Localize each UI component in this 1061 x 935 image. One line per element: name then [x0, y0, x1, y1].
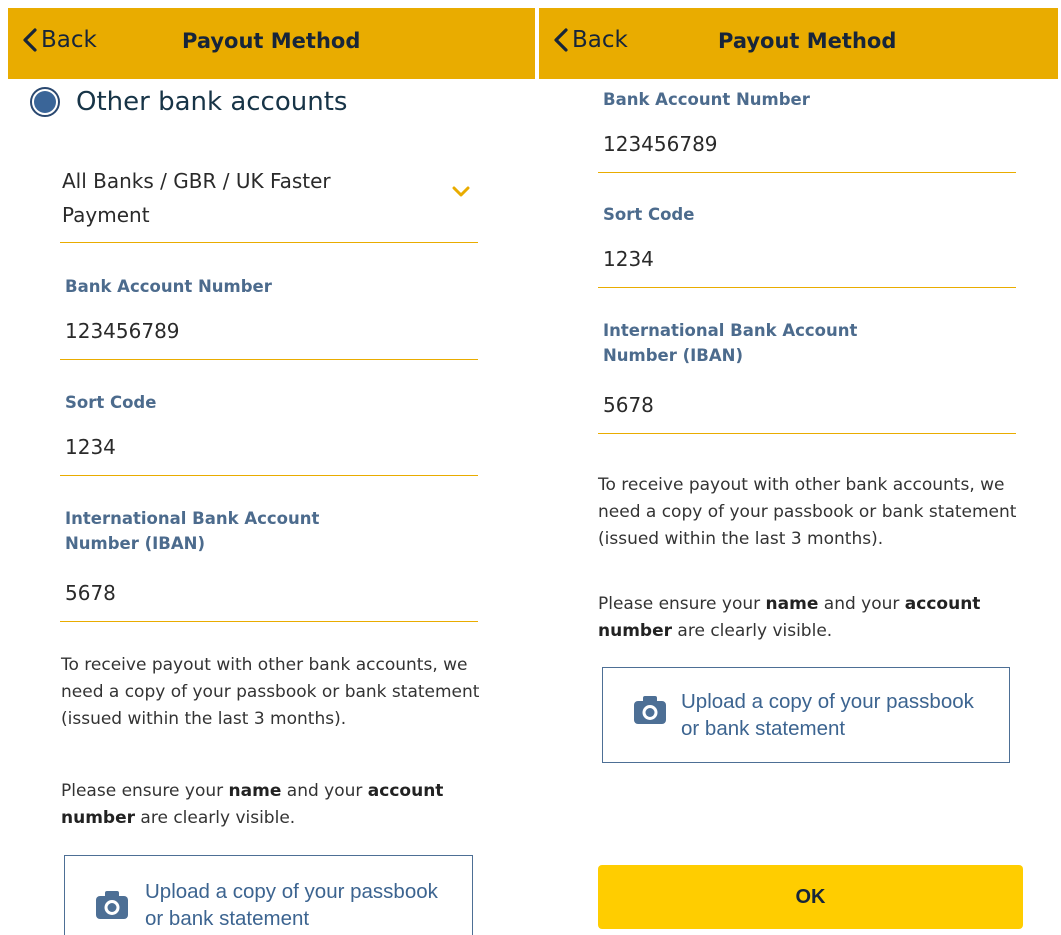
ensure-text-part: are clearly visible. — [135, 808, 296, 828]
ensure-bold-name: name — [765, 594, 819, 614]
field-value[interactable]: 1234 — [603, 247, 654, 271]
right-screen: Back Payout Method Bank Account Number 1… — [539, 0, 1061, 935]
camera-icon — [96, 891, 128, 919]
upload-statement-button[interactable]: Upload a copy of your passbook or bank s… — [64, 855, 473, 935]
header-bar: Back Payout Method — [8, 8, 535, 79]
ensure-text-part: Please ensure your — [61, 781, 229, 801]
field-label: International Bank Account Number (IBAN) — [65, 509, 320, 553]
ensure-text-part: Please ensure your — [598, 594, 766, 614]
info-text: To receive payout with other bank accoun… — [598, 475, 1017, 549]
iban-field[interactable]: International Bank Account Number (IBAN)… — [60, 494, 478, 622]
iban-field[interactable]: International Bank Account Number (IBAN)… — [598, 306, 1016, 434]
ok-button[interactable]: OK — [598, 865, 1023, 929]
ensure-bold-name: name — [228, 781, 282, 801]
camera-icon — [634, 696, 666, 724]
back-label: Back — [572, 27, 628, 53]
field-label: International Bank Account Number (IBAN) — [603, 321, 858, 365]
radio-button[interactable] — [30, 87, 60, 117]
radio-label: Other bank accounts — [76, 87, 348, 117]
field-value[interactable]: 5678 — [65, 581, 116, 605]
chevron-down-icon — [452, 186, 470, 197]
field-label: Bank Account Number — [65, 277, 272, 296]
field-label: Sort Code — [65, 393, 157, 412]
upload-label: Upload a copy of your passbook or bank s… — [681, 690, 974, 740]
chevron-left-icon — [23, 28, 37, 52]
bank-account-number-field[interactable]: Bank Account Number 123456789 — [60, 262, 478, 360]
back-button[interactable]: Back — [22, 27, 97, 53]
header-bar: Back Payout Method — [539, 8, 1058, 79]
field-value[interactable]: 5678 — [603, 393, 654, 417]
field-label: Bank Account Number — [603, 90, 810, 109]
back-button[interactable]: Back — [553, 27, 628, 53]
page-title: Payout Method — [718, 29, 897, 53]
bank-account-number-field[interactable]: Bank Account Number 123456789 — [598, 80, 1016, 173]
ensure-text: Please ensure your name and your account… — [598, 591, 1023, 645]
field-value[interactable]: 1234 — [65, 435, 116, 459]
dropdown-value: All Banks / GBR / UK Faster Payment — [62, 169, 331, 227]
field-value[interactable]: 123456789 — [65, 319, 180, 343]
upload-statement-button[interactable]: Upload a copy of your passbook or bank s… — [602, 667, 1010, 763]
ensure-text-part: and your — [281, 781, 368, 801]
page-title: Payout Method — [182, 29, 361, 53]
info-text: To receive payout with other bank accoun… — [61, 655, 480, 729]
back-label: Back — [41, 27, 97, 53]
bank-dropdown[interactable]: All Banks / GBR / UK Faster Payment — [60, 160, 478, 243]
field-value[interactable]: 123456789 — [603, 132, 718, 156]
ensure-text: Please ensure your name and your account… — [61, 778, 481, 832]
ensure-text-part: are clearly visible. — [672, 621, 833, 641]
sort-code-field[interactable]: Sort Code 1234 — [598, 191, 1016, 288]
upload-label: Upload a copy of your passbook or bank s… — [145, 880, 438, 930]
chevron-left-icon — [554, 28, 568, 52]
ensure-text-part: and your — [818, 594, 905, 614]
left-screen: Back Payout Method Other bank accounts A… — [0, 0, 535, 935]
radio-selected-dot — [34, 91, 56, 113]
sort-code-field[interactable]: Sort Code 1234 — [60, 378, 478, 476]
radio-other-bank-accounts[interactable]: Other bank accounts — [30, 87, 347, 117]
field-label: Sort Code — [603, 205, 695, 224]
